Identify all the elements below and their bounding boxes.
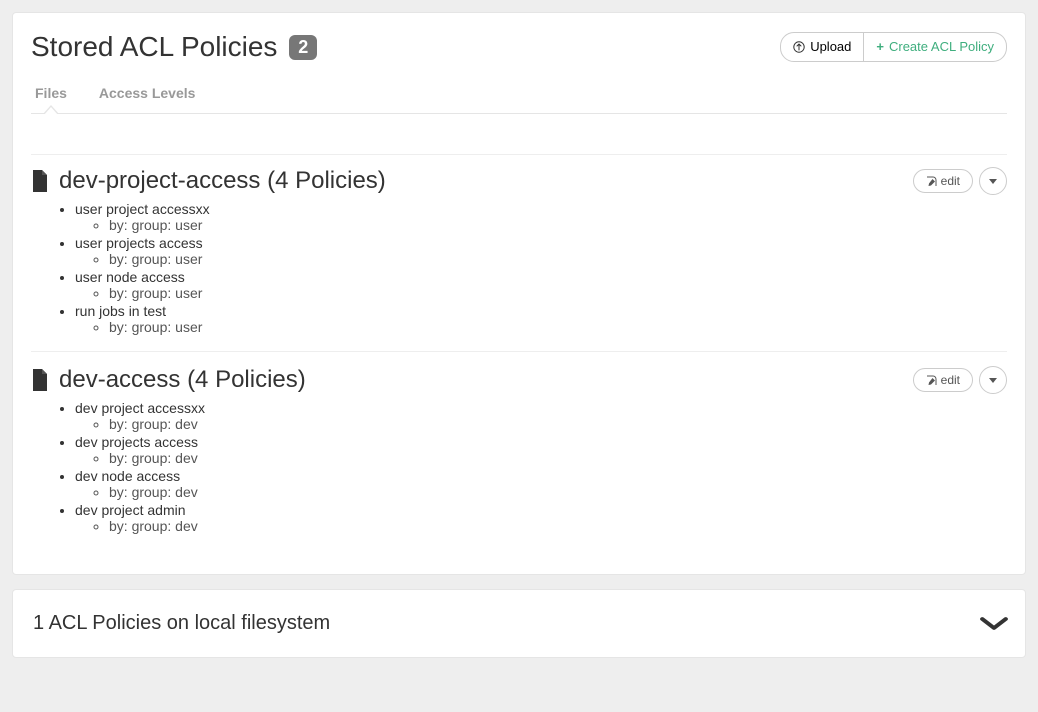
- policy-item: dev node access by: group: dev: [75, 468, 1007, 500]
- policy-count-badge: 2: [289, 35, 317, 60]
- file-actions: edit: [913, 167, 1007, 195]
- upload-label: Upload: [810, 38, 851, 56]
- file-actions: edit: [913, 366, 1007, 394]
- edit-label: edit: [941, 373, 960, 387]
- tab-label: Access Levels: [99, 85, 196, 101]
- chevron-down-icon: [980, 617, 1009, 631]
- policy-by: by: group: dev: [109, 484, 1007, 500]
- policy-by: by: group: dev: [109, 450, 1007, 466]
- header-actions: Upload + Create ACL Policy: [780, 32, 1007, 62]
- edit-icon: [926, 176, 937, 187]
- tab-files[interactable]: Files: [31, 77, 71, 113]
- upload-button[interactable]: Upload: [780, 32, 864, 62]
- edit-button[interactable]: edit: [913, 368, 973, 392]
- policy-by: by: group: user: [109, 319, 1007, 335]
- policy-name: dev projects access: [75, 434, 198, 450]
- acl-file-title[interactable]: dev-access (4 Policies): [31, 366, 306, 394]
- policy-by: by: group: user: [109, 217, 1007, 233]
- policy-by: by: group: user: [109, 285, 1007, 301]
- file-actions-menu-button[interactable]: [979, 167, 1007, 195]
- local-fs-label: 1 ACL Policies on local filesystem: [33, 612, 330, 635]
- tab-access-levels[interactable]: Access Levels: [95, 77, 200, 113]
- acl-file-policy-count: (4 Policies): [267, 167, 386, 194]
- policy-item: user node access by: group: user: [75, 269, 1007, 301]
- divider: [31, 154, 1007, 155]
- edit-icon: [926, 375, 937, 386]
- policy-name: user project accessxx: [75, 201, 210, 217]
- policy-item: dev project accessxx by: group: dev: [75, 400, 1007, 432]
- upload-icon: [793, 41, 805, 53]
- edit-button[interactable]: edit: [913, 169, 973, 193]
- chevron-down-icon: [989, 378, 997, 383]
- panel-body: dev-project-access (4 Policies) edit: [13, 114, 1025, 574]
- policy-name: user node access: [75, 269, 185, 285]
- page-title-text: Stored ACL Policies: [31, 31, 277, 62]
- policy-by: by: group: dev: [109, 416, 1007, 432]
- acl-policies-panel: Stored ACL Policies 2 Upload + Create AC…: [12, 12, 1026, 575]
- panel-header: Stored ACL Policies 2 Upload + Create AC…: [13, 13, 1025, 114]
- local-fs-panel: 1 ACL Policies on local filesystem: [12, 589, 1026, 658]
- policy-item: user project accessxx by: group: user: [75, 201, 1007, 233]
- policy-name: run jobs in test: [75, 303, 166, 319]
- policy-name: dev node access: [75, 468, 180, 484]
- edit-label: edit: [941, 174, 960, 188]
- file-icon: [31, 170, 47, 192]
- policy-name: user projects access: [75, 235, 203, 251]
- policy-item: user projects access by: group: user: [75, 235, 1007, 267]
- page-title: Stored ACL Policies 2: [31, 31, 317, 63]
- policy-by: by: group: dev: [109, 518, 1007, 534]
- policy-name: dev project admin: [75, 502, 186, 518]
- create-acl-policy-button[interactable]: + Create ACL Policy: [864, 32, 1007, 62]
- divider: [31, 351, 1007, 352]
- acl-file-title[interactable]: dev-project-access (4 Policies): [31, 167, 386, 195]
- acl-file-policy-count: (4 Policies): [187, 366, 306, 393]
- chevron-down-icon: [989, 179, 997, 184]
- file-actions-menu-button[interactable]: [979, 366, 1007, 394]
- create-label: Create ACL Policy: [889, 38, 994, 56]
- acl-file: dev-project-access (4 Policies) edit: [31, 167, 1007, 335]
- acl-file: dev-access (4 Policies) edit: [31, 366, 1007, 534]
- policy-name: dev project accessxx: [75, 400, 205, 416]
- policy-item: dev projects access by: group: dev: [75, 434, 1007, 466]
- tabs: Files Access Levels: [31, 77, 1007, 114]
- policy-item: dev project admin by: group: dev: [75, 502, 1007, 534]
- tab-label: Files: [35, 85, 67, 101]
- policy-item: run jobs in test by: group: user: [75, 303, 1007, 335]
- acl-file-name: dev-access: [59, 366, 180, 393]
- policy-by: by: group: user: [109, 251, 1007, 267]
- policy-list: dev project accessxx by: group: dev dev …: [31, 400, 1007, 534]
- plus-icon: +: [876, 38, 884, 56]
- acl-file-name: dev-project-access: [59, 167, 260, 194]
- local-fs-expander[interactable]: 1 ACL Policies on local filesystem: [13, 590, 1025, 657]
- file-icon: [31, 369, 47, 391]
- policy-list: user project accessxx by: group: user us…: [31, 201, 1007, 335]
